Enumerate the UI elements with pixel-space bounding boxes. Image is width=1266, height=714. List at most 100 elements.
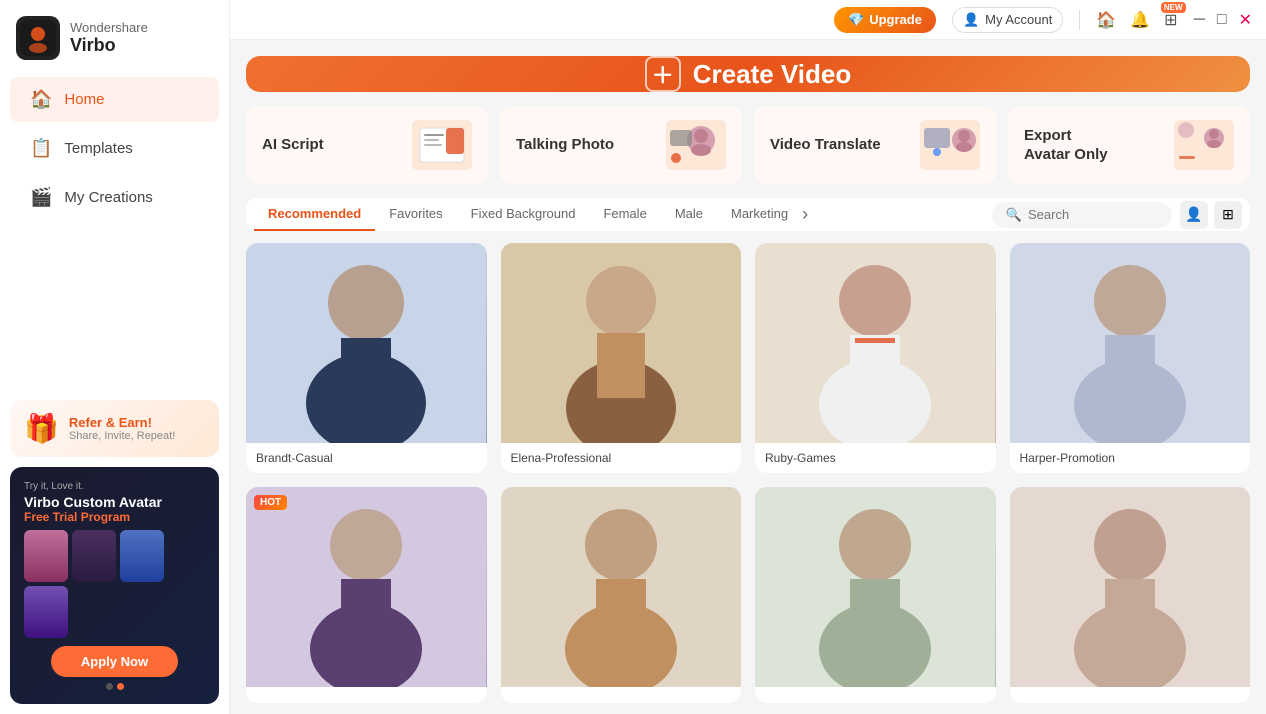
tab-fixed-background[interactable]: Fixed Background bbox=[457, 198, 590, 231]
my-account-button[interactable]: 👤 My Account bbox=[952, 7, 1063, 33]
feature-card-ai-script[interactable]: AI Script bbox=[246, 106, 488, 184]
feature-card-video-translate[interactable]: Video Translate bbox=[754, 106, 996, 184]
search-icon: 🔍 bbox=[1006, 207, 1022, 223]
notification-icon[interactable]: 🔔 bbox=[1130, 10, 1150, 30]
account-icon: 👤 bbox=[963, 12, 979, 28]
tab-marketing[interactable]: Marketing bbox=[717, 198, 802, 231]
promo-refer[interactable]: 🎁 Refer & Earn! Share, Invite, Repeat! bbox=[10, 400, 219, 457]
avatar-img-6 bbox=[501, 487, 742, 687]
avatar-name-3: Ruby-Games bbox=[755, 443, 996, 473]
tab-female[interactable]: Female bbox=[589, 198, 660, 231]
tab-recommended[interactable]: Recommended bbox=[254, 198, 375, 231]
avatar-img-1 bbox=[246, 243, 487, 443]
sidebar-item-creations-label: My Creations bbox=[64, 189, 152, 206]
avatar-name-1: Brandt-Casual bbox=[246, 443, 487, 473]
sidebar-item-templates[interactable]: 📋 Templates bbox=[10, 126, 219, 171]
product-name: Virbo bbox=[70, 35, 148, 56]
sidebar-item-templates-label: Templates bbox=[64, 140, 132, 157]
grid-section: Recommended Favorites Fixed Background F… bbox=[246, 198, 1250, 703]
avatar-name-7 bbox=[755, 687, 996, 703]
promo-avatar-thumb-1 bbox=[24, 530, 68, 582]
view-btn-grid[interactable]: ⊞ bbox=[1214, 201, 1242, 229]
video-translate-img bbox=[920, 120, 980, 170]
creations-icon: 🎬 bbox=[30, 187, 52, 208]
avatar-card-5[interactable]: HOT bbox=[246, 487, 487, 703]
dot-1 bbox=[106, 683, 113, 690]
tab-favorites[interactable]: Favorites bbox=[375, 198, 456, 231]
sidebar-item-home-label: Home bbox=[64, 91, 104, 108]
main-content: 💎 Upgrade 👤 My Account 🏠 🔔 ⊞ NEW ─ □ ✕ bbox=[230, 0, 1266, 714]
create-video-banner[interactable]: ＋ Create Video bbox=[246, 56, 1250, 92]
avatar-card-8[interactable] bbox=[1010, 487, 1251, 703]
talking-photo-title: Talking Photo bbox=[516, 135, 614, 155]
promo-avatar-thumb-2 bbox=[72, 530, 116, 582]
promo-custom-avatar[interactable]: Try it, Love it. Virbo Custom Avatar Fre… bbox=[10, 467, 219, 704]
minimize-button[interactable]: ─ bbox=[1194, 11, 1205, 29]
avatar-name-6 bbox=[501, 687, 742, 703]
video-translate-title: Video Translate bbox=[770, 135, 881, 155]
window-controls: ─ □ ✕ bbox=[1194, 10, 1252, 30]
avatar-img-7 bbox=[755, 487, 996, 687]
brand-name: Wondershare bbox=[70, 20, 148, 35]
upgrade-button[interactable]: 💎 Upgrade bbox=[834, 7, 936, 33]
dot-indicators bbox=[24, 683, 205, 690]
avatar-img-4 bbox=[1010, 243, 1251, 443]
avatar-card-2[interactable]: Elena-Professional bbox=[501, 243, 742, 473]
feature-cards: AI Script Talking Photo Video Translate … bbox=[246, 106, 1250, 184]
ai-script-img bbox=[412, 120, 472, 170]
tabs-more-button[interactable]: › bbox=[802, 204, 808, 225]
templates-icon: 📋 bbox=[30, 138, 52, 159]
ai-script-title: AI Script bbox=[262, 135, 324, 155]
view-toggle: 👤 ⊞ bbox=[1180, 201, 1242, 229]
account-label: My Account bbox=[985, 12, 1052, 27]
app-logo-icon bbox=[16, 16, 60, 60]
search-input[interactable] bbox=[1028, 207, 1158, 222]
avatar-img-3 bbox=[755, 243, 996, 443]
promo-brand: Virbo Custom Avatar bbox=[24, 494, 205, 510]
apply-now-button[interactable]: Apply Now bbox=[51, 646, 178, 677]
refer-subtitle: Share, Invite, Repeat! bbox=[69, 430, 175, 442]
promo-avatar-thumbs bbox=[24, 530, 205, 638]
refer-icon: 🎁 bbox=[24, 412, 59, 445]
titlebar: 💎 Upgrade 👤 My Account 🏠 🔔 ⊞ NEW ─ □ ✕ bbox=[230, 0, 1266, 40]
avatar-name-5 bbox=[246, 687, 487, 703]
logo-area: Wondershare Virbo bbox=[0, 0, 229, 75]
close-button[interactable]: ✕ bbox=[1239, 10, 1252, 30]
sidebar-item-my-creations[interactable]: 🎬 My Creations bbox=[10, 175, 219, 220]
avatar-card-3[interactable]: Ruby-Games bbox=[755, 243, 996, 473]
avatar-card-7[interactable] bbox=[755, 487, 996, 703]
export-avatar-img bbox=[1174, 120, 1234, 170]
titlebar-icons: 🏠 🔔 ⊞ NEW bbox=[1096, 10, 1177, 30]
avatar-name-4: Harper-Promotion bbox=[1010, 443, 1251, 473]
upgrade-icon: 💎 bbox=[848, 12, 864, 28]
avatar-card-6[interactable] bbox=[501, 487, 742, 703]
avatar-img-5: HOT bbox=[246, 487, 487, 687]
refer-title: Refer & Earn! bbox=[69, 415, 175, 430]
sidebar-promos: 🎁 Refer & Earn! Share, Invite, Repeat! T… bbox=[0, 390, 229, 714]
home-icon: 🏠 bbox=[30, 89, 52, 110]
promo-avatar-thumb-3 bbox=[120, 530, 164, 582]
avatar-card-4[interactable]: Harper-Promotion bbox=[1010, 243, 1251, 473]
upgrade-label: Upgrade bbox=[869, 12, 922, 27]
sidebar-item-home[interactable]: 🏠 Home bbox=[10, 77, 219, 122]
view-btn-person[interactable]: 👤 bbox=[1180, 201, 1208, 229]
search-box: 🔍 bbox=[992, 202, 1172, 228]
logo-text: Wondershare Virbo bbox=[70, 20, 148, 56]
feature-card-export-avatar[interactable]: Export Avatar Only bbox=[1008, 106, 1250, 184]
sidebar: Wondershare Virbo 🏠 Home 📋 Templates 🎬 M… bbox=[0, 0, 230, 714]
hot-badge-5: HOT bbox=[254, 495, 287, 510]
avatar-img-8 bbox=[1010, 487, 1251, 687]
avatar-card-1[interactable]: Brandt-Casual bbox=[246, 243, 487, 473]
promo-avatar-thumb-4 bbox=[24, 586, 68, 638]
titlebar-separator bbox=[1079, 10, 1080, 30]
grid-icon[interactable]: ⊞ NEW bbox=[1164, 10, 1177, 30]
avatar-name-2: Elena-Professional bbox=[501, 443, 742, 473]
create-video-label: Create Video bbox=[693, 59, 851, 90]
tabs-row: Recommended Favorites Fixed Background F… bbox=[254, 198, 1242, 231]
talking-photo-img bbox=[666, 120, 726, 170]
maximize-button[interactable]: □ bbox=[1217, 11, 1227, 29]
home-titlebar-icon[interactable]: 🏠 bbox=[1096, 10, 1116, 30]
tabs-search: 🔍 👤 ⊞ bbox=[992, 201, 1242, 229]
tab-male[interactable]: Male bbox=[661, 198, 717, 231]
feature-card-talking-photo[interactable]: Talking Photo bbox=[500, 106, 742, 184]
